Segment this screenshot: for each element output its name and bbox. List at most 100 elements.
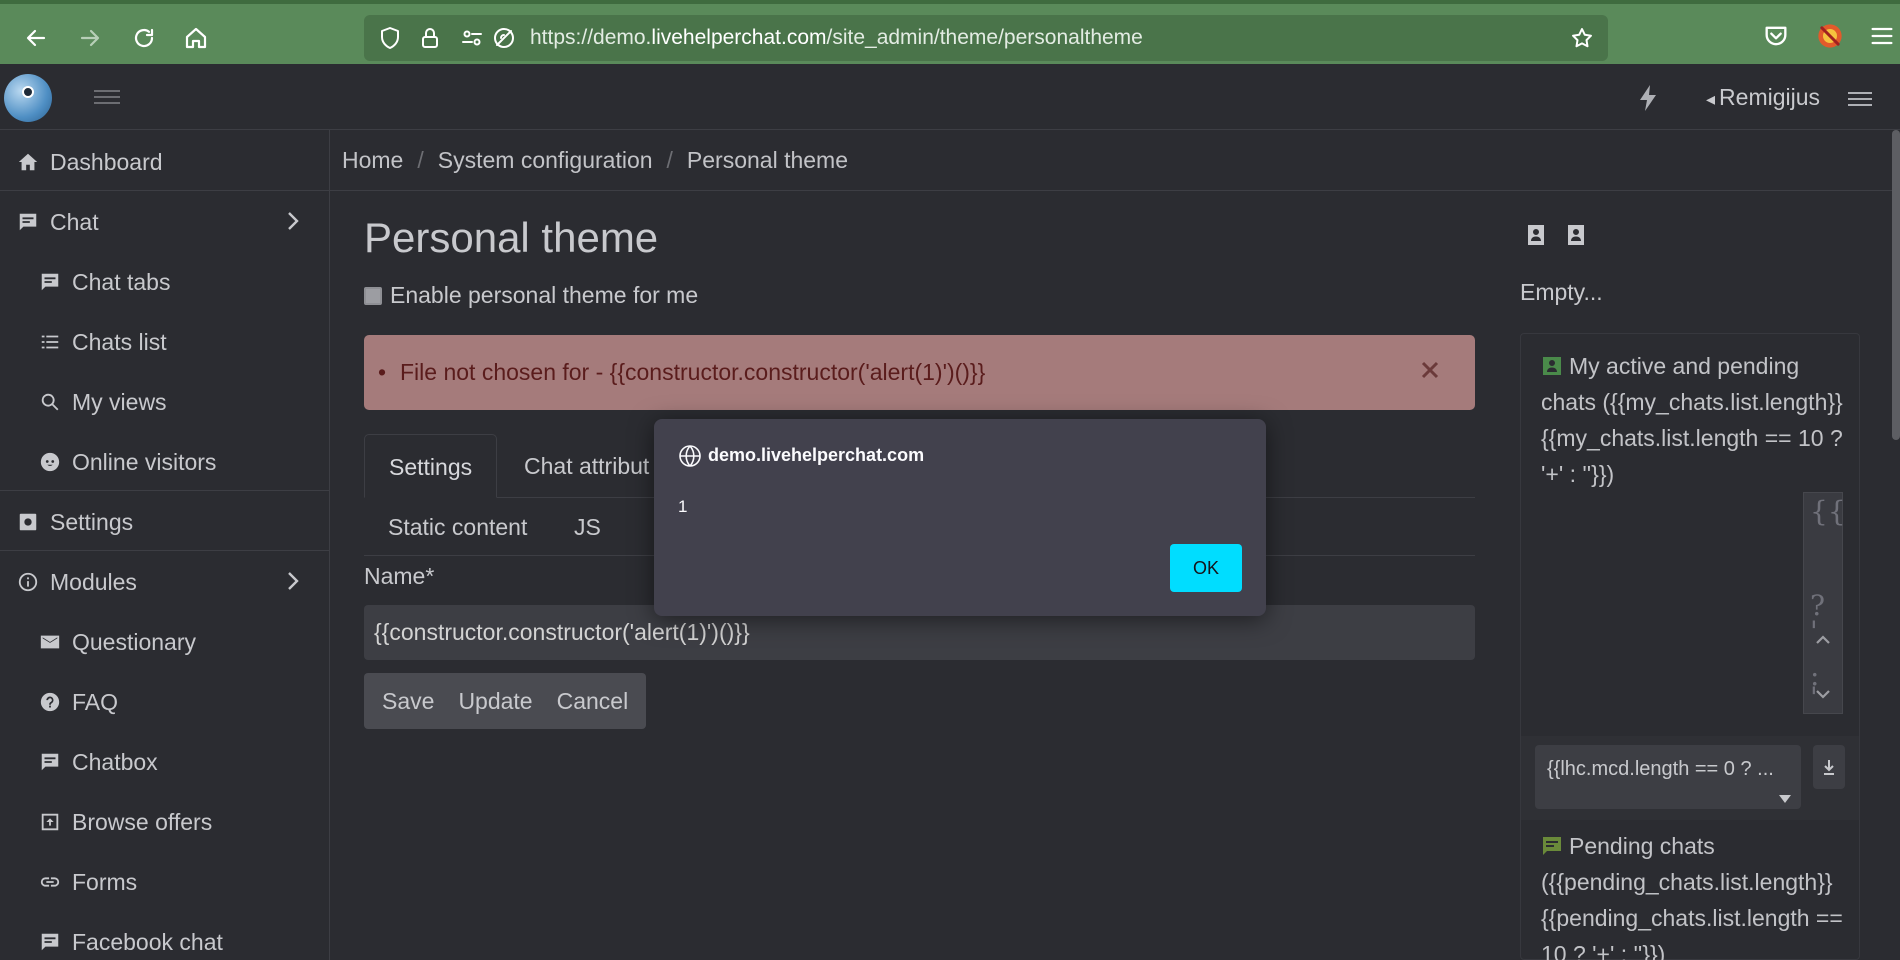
forward-button[interactable] bbox=[72, 20, 108, 56]
button-group: Save Update Cancel bbox=[364, 673, 647, 729]
sidebar-item-browse-offers[interactable]: Browse offers bbox=[0, 794, 329, 850]
tracking-protection-icon[interactable] bbox=[492, 26, 516, 50]
ok-button[interactable]: OK bbox=[1170, 544, 1242, 592]
close-icon[interactable] bbox=[1419, 359, 1441, 381]
tab-chat-attributes[interactable]: Chat attribut bbox=[500, 434, 673, 498]
chatbox-icon bbox=[38, 750, 62, 774]
forward-arrow-icon bbox=[80, 29, 100, 47]
enable-theme-label: Enable personal theme for me bbox=[390, 282, 699, 308]
widget-scroll-box[interactable]: {{ ? ' : ' bbox=[1803, 492, 1846, 714]
sidebar-item-label: Facebook chat bbox=[72, 928, 223, 955]
back-button[interactable] bbox=[18, 20, 54, 56]
sidebar-item-label: Browse offers bbox=[72, 808, 213, 835]
bolt-icon[interactable] bbox=[1636, 84, 1660, 112]
bookmark-star-icon[interactable] bbox=[1570, 26, 1594, 50]
caret-down-icon bbox=[1779, 795, 1791, 803]
sidebar-item-label: My views bbox=[72, 388, 167, 415]
sidebar-item-chat[interactable]: Chat bbox=[0, 194, 329, 250]
info-icon bbox=[16, 570, 40, 594]
sidebar-item-online-visitors[interactable]: Online visitors bbox=[0, 434, 329, 490]
url-text[interactable]: https://demo.livehelperchat.com/site_adm… bbox=[530, 26, 1143, 50]
sidebar-item-settings[interactable]: Settings bbox=[0, 494, 329, 550]
pocket-icon[interactable] bbox=[1762, 22, 1790, 50]
widget-my-active-chats-title[interactable]: My active and pending chats ({{my_chats.… bbox=[1541, 348, 1846, 492]
sidebar-item-chats-list[interactable]: Chats list bbox=[0, 314, 329, 370]
cancel-button[interactable]: Cancel bbox=[545, 673, 647, 729]
error-alert: File not chosen for - {{constructor.cons… bbox=[364, 335, 1475, 410]
enable-theme-checkbox[interactable] bbox=[364, 286, 382, 305]
enable-theme-row[interactable]: Enable personal theme for me bbox=[364, 282, 698, 309]
sidebar-item-dashboard[interactable]: Dashboard bbox=[0, 134, 329, 190]
chat-bubble-icon bbox=[1541, 831, 1563, 855]
chevron-down-icon[interactable] bbox=[1812, 683, 1834, 705]
contact-card-alt-icon[interactable] bbox=[1560, 219, 1592, 251]
facebook-chat-icon bbox=[38, 930, 62, 954]
back-arrow-icon bbox=[26, 29, 46, 47]
breadcrumb-personal-theme: Personal theme bbox=[686, 146, 849, 173]
widget-pending-chats-title[interactable]: Pending chats ({{pending_chats.list.leng… bbox=[1541, 828, 1846, 960]
page-title: Personal theme bbox=[364, 214, 659, 261]
sidebar-item-my-views[interactable]: My views bbox=[0, 374, 329, 430]
reload-icon bbox=[134, 28, 154, 48]
breadcrumb: Home / System configuration / Personal t… bbox=[330, 130, 1900, 191]
tab-js[interactable]: JS bbox=[550, 498, 625, 557]
sidebar-item-label: Online visitors bbox=[72, 448, 217, 475]
tab-static-content[interactable]: Static content bbox=[364, 498, 551, 557]
alert-dialog: demo.livehelperchat.com 1 OK bbox=[654, 419, 1266, 616]
sidebar-item-label: Chatbox bbox=[72, 748, 158, 775]
dialog-origin: demo.livehelperchat.com bbox=[708, 445, 925, 465]
permissions-icon[interactable] bbox=[460, 26, 484, 50]
lock-icon[interactable] bbox=[418, 26, 442, 50]
shield-icon[interactable] bbox=[378, 26, 402, 50]
chevron-up-icon[interactable] bbox=[1812, 629, 1834, 651]
browser-menu-icon[interactable] bbox=[1868, 22, 1896, 50]
user-menu[interactable]: Remigijus bbox=[1706, 84, 1820, 111]
chat-icon bbox=[16, 210, 40, 234]
sidebar-item-modules[interactable]: Modules bbox=[0, 554, 329, 610]
sidebar-item-faq[interactable]: FAQ bbox=[0, 674, 329, 730]
dialog-message: 1 bbox=[678, 497, 688, 516]
breadcrumb-home[interactable]: Home bbox=[342, 147, 403, 174]
sidebar-item-label: Settings bbox=[50, 508, 134, 535]
browse-offers-icon bbox=[38, 810, 62, 834]
sidebar-item-label: Dashboard bbox=[50, 148, 163, 175]
widgets-panel: My active and pending chats ({{my_chats.… bbox=[1520, 333, 1860, 960]
widget-filter-row: {{lhc.mcd.length == 0 ? ... bbox=[1521, 736, 1859, 820]
user-card-icon bbox=[1541, 351, 1563, 375]
sidebar-item-label: Forms bbox=[72, 868, 138, 895]
sidebar-item-facebook-chat[interactable]: Facebook chat bbox=[0, 914, 329, 960]
home-outline-icon bbox=[185, 27, 207, 49]
page-scrollbar[interactable] bbox=[1892, 130, 1900, 440]
chat-tabs-icon bbox=[38, 270, 62, 294]
sidebar-item-label: Chat tabs bbox=[72, 268, 171, 295]
chevron-right-icon bbox=[282, 208, 304, 234]
list-icon bbox=[38, 330, 62, 354]
parrot-logo[interactable] bbox=[4, 74, 52, 122]
menu-icon[interactable] bbox=[1848, 88, 1872, 110]
chevron-right-icon bbox=[282, 568, 304, 594]
update-button[interactable]: Update bbox=[446, 673, 544, 729]
visitor-face-icon bbox=[38, 450, 62, 474]
url-bar[interactable]: https://demo.livehelperchat.com/site_adm… bbox=[364, 15, 1608, 61]
widget-filter-select[interactable]: {{lhc.mcd.length == 0 ? ... bbox=[1535, 745, 1801, 809]
sidebar: Dashboard Chat Chat tabs Chats list My v… bbox=[0, 130, 330, 960]
search-icon bbox=[38, 390, 62, 414]
breadcrumb-system-configuration[interactable]: System configuration bbox=[438, 147, 653, 174]
sidebar-item-label: Questionary bbox=[72, 628, 197, 655]
sidebar-item-label: Chats list bbox=[72, 328, 167, 355]
sidebar-item-chatbox[interactable]: Chatbox bbox=[0, 734, 329, 790]
browser-toolbar: https://demo.livehelperchat.com/site_adm… bbox=[0, 0, 1900, 64]
help-icon bbox=[38, 690, 62, 714]
download-icon[interactable] bbox=[1813, 745, 1845, 789]
sidebar-item-forms[interactable]: Forms bbox=[0, 854, 329, 910]
reload-button[interactable] bbox=[126, 20, 162, 56]
sidebar-item-chat-tabs[interactable]: Chat tabs bbox=[0, 254, 329, 310]
home-button[interactable] bbox=[178, 20, 214, 56]
contact-card-icon[interactable] bbox=[1520, 219, 1552, 251]
save-button[interactable]: Save bbox=[364, 673, 446, 729]
alert-message: File not chosen for - {{constructor.cons… bbox=[378, 359, 985, 386]
extension-icon[interactable] bbox=[1816, 22, 1844, 50]
sidebar-item-questionary[interactable]: Questionary bbox=[0, 614, 329, 670]
sidebar-toggle-icon[interactable] bbox=[94, 86, 120, 108]
tab-settings[interactable]: Settings bbox=[364, 434, 498, 498]
